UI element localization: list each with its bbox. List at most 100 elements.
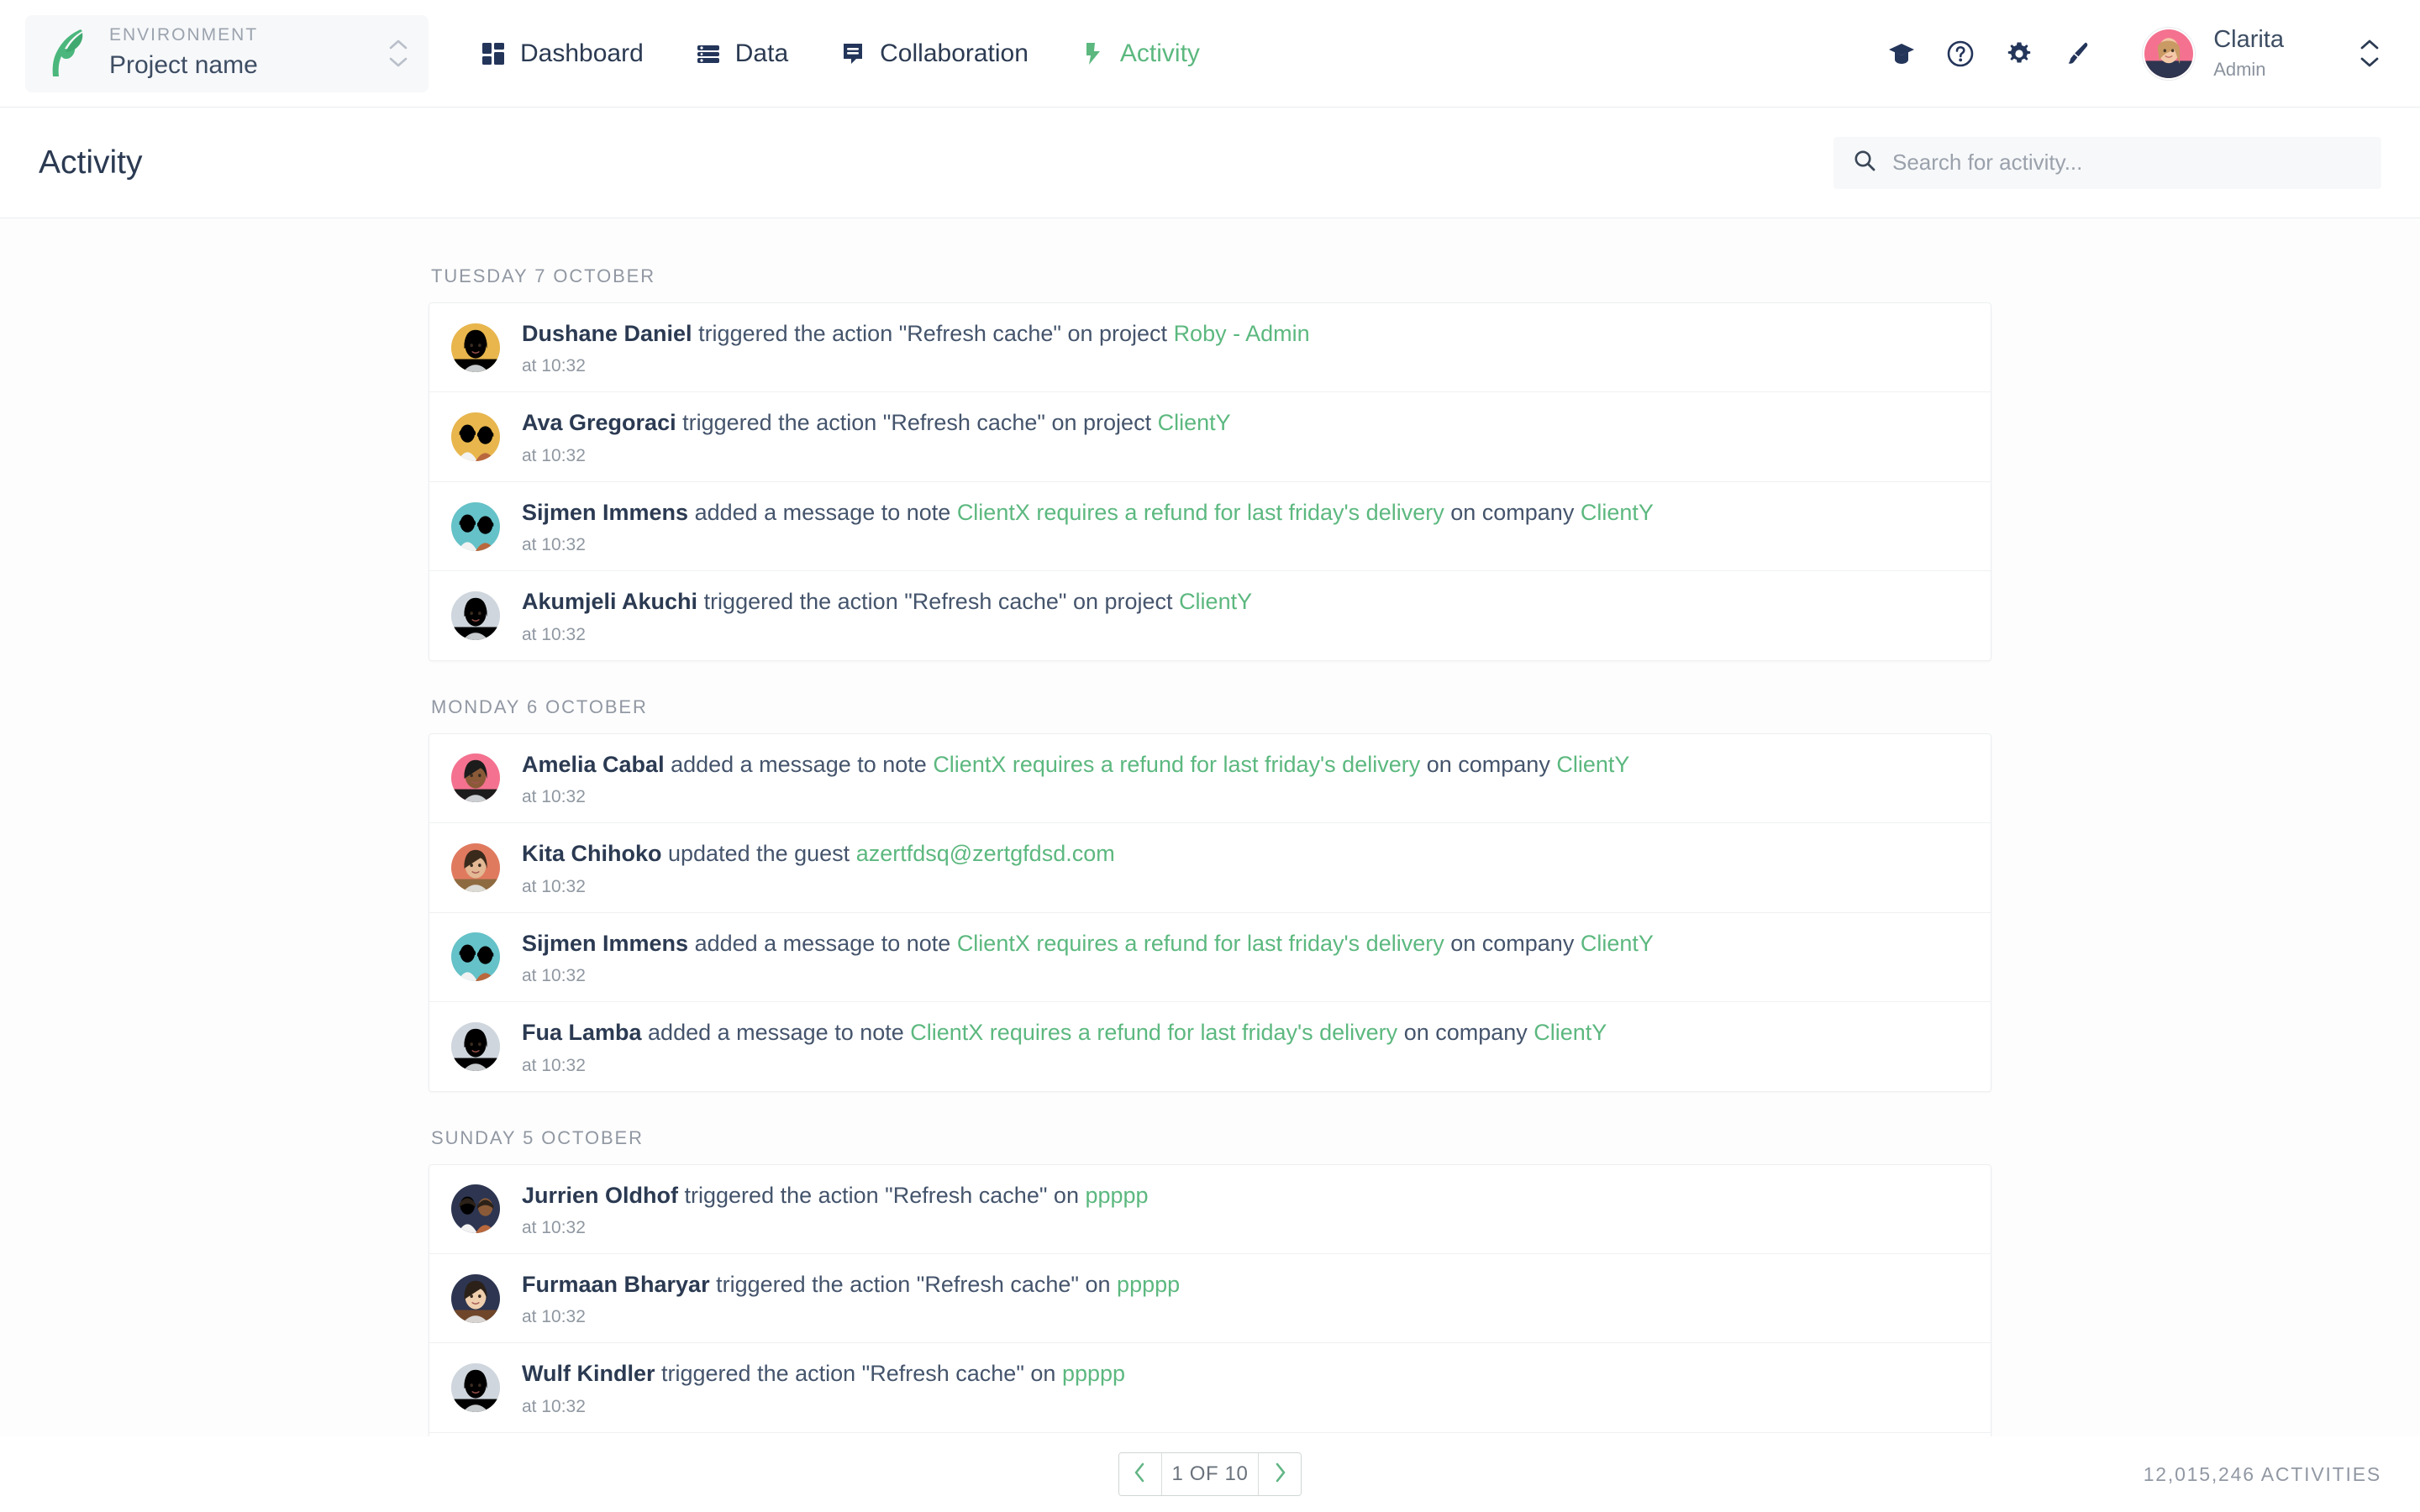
activity-actor-name[interactable]: Fua Lamba [522,1020,642,1045]
activity-row-body: Jurrien Oldhof triggered the action "Ref… [522,1180,1969,1238]
activity-actor-name[interactable]: Wulf Kindler [522,1361,655,1386]
activity-entity-link[interactable]: ClientY [1556,752,1629,777]
activity-row-body: Ava Gregoraci triggered the action "Refr… [522,407,1969,465]
activity-text-fragment: triggered the action "Refresh cache" on [655,1361,1062,1387]
activity-actor-name[interactable]: Jurrien Oldhof [522,1183,678,1208]
activity-entity-link[interactable]: ClientY [1158,410,1231,435]
activity-row-text: Sijmen Immens added a message to note Cl… [522,928,1969,958]
activity-feed-content: TUESDAY 7 OCTOBER Dushane Daniel triggere… [0,218,2420,1436]
activity-row-time: at 10:32 [522,787,586,807]
note-lines-icon [840,41,865,66]
activity-entity-link[interactable]: Roby - Admin [1174,321,1310,346]
nav-item-dashboard-label: Dashboard [520,39,644,67]
activity-entity-link[interactable]: ClientY [1534,1020,1607,1045]
page-title: Activity [39,144,143,181]
activity-group: TUESDAY 7 OCTOBER Dushane Daniel triggere… [429,265,1991,661]
activity-card: Jurrien Oldhof triggered the action "Ref… [429,1163,1991,1436]
activity-entity-link[interactable]: ClientX requires a refund for last frida… [957,931,1444,956]
activity-row[interactable]: Sijmen Immens added a message to note Cl… [429,913,1991,1003]
avatar [451,323,500,372]
paintbrush-icon[interactable] [2064,39,2092,68]
profile-name: Clarita [2213,26,2284,54]
activity-actor-name[interactable]: Dushane Daniel [522,321,692,346]
activity-row[interactable]: Sijmen Immens added a message to note Cl… [429,482,1991,572]
activity-entity-link[interactable]: ClientY [1581,500,1654,525]
activity-entity-link[interactable]: ppppp [1117,1272,1180,1297]
activity-row-body: Fua Lamba added a message to note Client… [522,1017,1969,1075]
activity-text-fragment: on company [1444,499,1581,525]
help-circle-icon[interactable] [1946,39,1975,68]
activity-entity-link[interactable]: ppppp [1062,1361,1125,1386]
activity-row[interactable]: Kita Chihoko updated the guest azertfdsq… [429,823,1991,913]
activity-row[interactable]: Akumjeli Akuchi triggered the action "Re… [429,571,1991,659]
nav-item-data-label: Data [734,39,789,67]
graduation-cap-icon[interactable] [1887,39,1916,68]
activity-row[interactable]: Ava Gregoraci triggered the action "Refr… [429,392,1991,482]
activity-entity-link[interactable]: ClientY [1179,589,1252,614]
activity-row[interactable]: Amelia Cabal added a message to note Cli… [429,734,1991,824]
activity-text-fragment: on company [1397,1020,1534,1046]
gear-icon[interactable] [2005,39,2033,68]
activity-row-time: at 10:32 [522,356,586,376]
activity-row-body: Akumjeli Akuchi triggered the action "Re… [522,586,1969,644]
pagination-next-button[interactable] [1259,1453,1301,1495]
avatar [451,1363,500,1413]
page-header: Activity [0,108,2420,218]
activity-row-text: Wulf Kindler triggered the action "Refre… [522,1358,1969,1389]
environment-switcher[interactable]: ENVIRONMENT Project name [25,14,429,92]
activity-text-fragment: triggered the action "Refresh cache" on … [692,321,1174,346]
activity-text-fragment: triggered the action "Refresh cache" on [709,1271,1118,1297]
avatar [451,1184,500,1234]
top-header-bar: ENVIRONMENT Project name Dashboard Data … [0,0,2420,108]
avatar [451,591,500,641]
profile-menu[interactable]: Clarita Admin [2143,24,2284,81]
activity-actor-name[interactable]: Amelia Cabal [522,752,665,777]
avatar [2143,27,2196,80]
activity-row[interactable]: Wulf Kindler triggered the action "Refre… [429,1343,1991,1433]
activity-row[interactable]: Furmaan Bharyar triggered the action "Re… [429,1254,1991,1344]
activity-row-time: at 10:32 [522,1396,586,1416]
pagination-prev-button[interactable] [1119,1453,1161,1495]
activity-card: Dushane Daniel triggered the action "Ref… [429,302,1991,661]
activity-row-time: at 10:32 [522,1307,586,1327]
activity-row-text: Ava Gregoraci triggered the action "Refr… [522,407,1969,438]
activity-actor-name[interactable]: Akumjeli Akuchi [522,589,697,614]
nav-item-activity[interactable]: Activity [1081,39,1200,68]
activity-actor-name[interactable]: Sijmen Immens [522,500,688,525]
activity-actor-name[interactable]: Ava Gregoraci [522,410,676,435]
activity-text-fragment: added a message to note [664,751,934,777]
activity-entity-link[interactable]: ClientX requires a refund for last frida… [910,1020,1397,1045]
activity-entity-link[interactable]: ClientX requires a refund for last frida… [957,500,1444,525]
activity-actor-name[interactable]: Sijmen Immens [522,931,688,956]
activity-entity-link[interactable]: ClientX requires a refund for last frida… [933,752,1420,777]
database-list-icon [696,41,721,66]
activity-text-fragment: updated the guest [661,841,856,867]
environment-label: ENVIRONMENT [109,25,259,45]
activity-actor-name[interactable]: Kita Chihoko [522,841,662,866]
nav-item-dashboard[interactable]: Dashboard [481,39,644,68]
activity-card: Amelia Cabal added a message to note Cli… [429,732,1991,1092]
f-leaf-logo-icon [44,26,94,81]
search-input[interactable] [1892,150,2363,176]
activity-row[interactable]: Dushane Daniel triggered the action "Ref… [429,303,1991,393]
pagination: 1 OF 10 [1118,1452,1302,1496]
activity-text-fragment: on company [1420,751,1557,777]
activity-actor-name[interactable]: Furmaan Bharyar [522,1272,710,1297]
activity-row[interactable]: Fua Lamba added a message to note Client… [429,1002,1991,1090]
activity-entity-link[interactable]: azertfdsq@zertgfdsd.com [856,841,1115,866]
nav-item-collaboration[interactable]: Collaboration [840,39,1028,68]
dashboard-grid-icon [481,41,506,66]
activities-count: 12,015,246 ACTIVITIES [2143,1462,2381,1485]
activity-row-text: Akumjeli Akuchi triggered the action "Re… [522,586,1969,617]
activity-row-time: at 10:32 [522,1217,586,1237]
activity-row[interactable]: Jurrien Oldhof triggered the action "Ref… [429,1165,1991,1254]
profile-chevron-up-down-icon[interactable] [2360,39,2380,67]
nav-item-data[interactable]: Data [696,39,788,68]
activity-row-body: Kita Chihoko updated the guest azertfdsq… [522,838,1969,896]
activity-entity-link[interactable]: ppppp [1085,1183,1148,1208]
avatar [451,1021,500,1071]
chevron-up-down-icon[interactable] [387,39,410,67]
search-box[interactable] [1833,136,2381,189]
activity-entity-link[interactable]: ClientY [1581,931,1654,956]
activity-group-date: SUNDAY 5 OCTOBER [431,1126,644,1148]
